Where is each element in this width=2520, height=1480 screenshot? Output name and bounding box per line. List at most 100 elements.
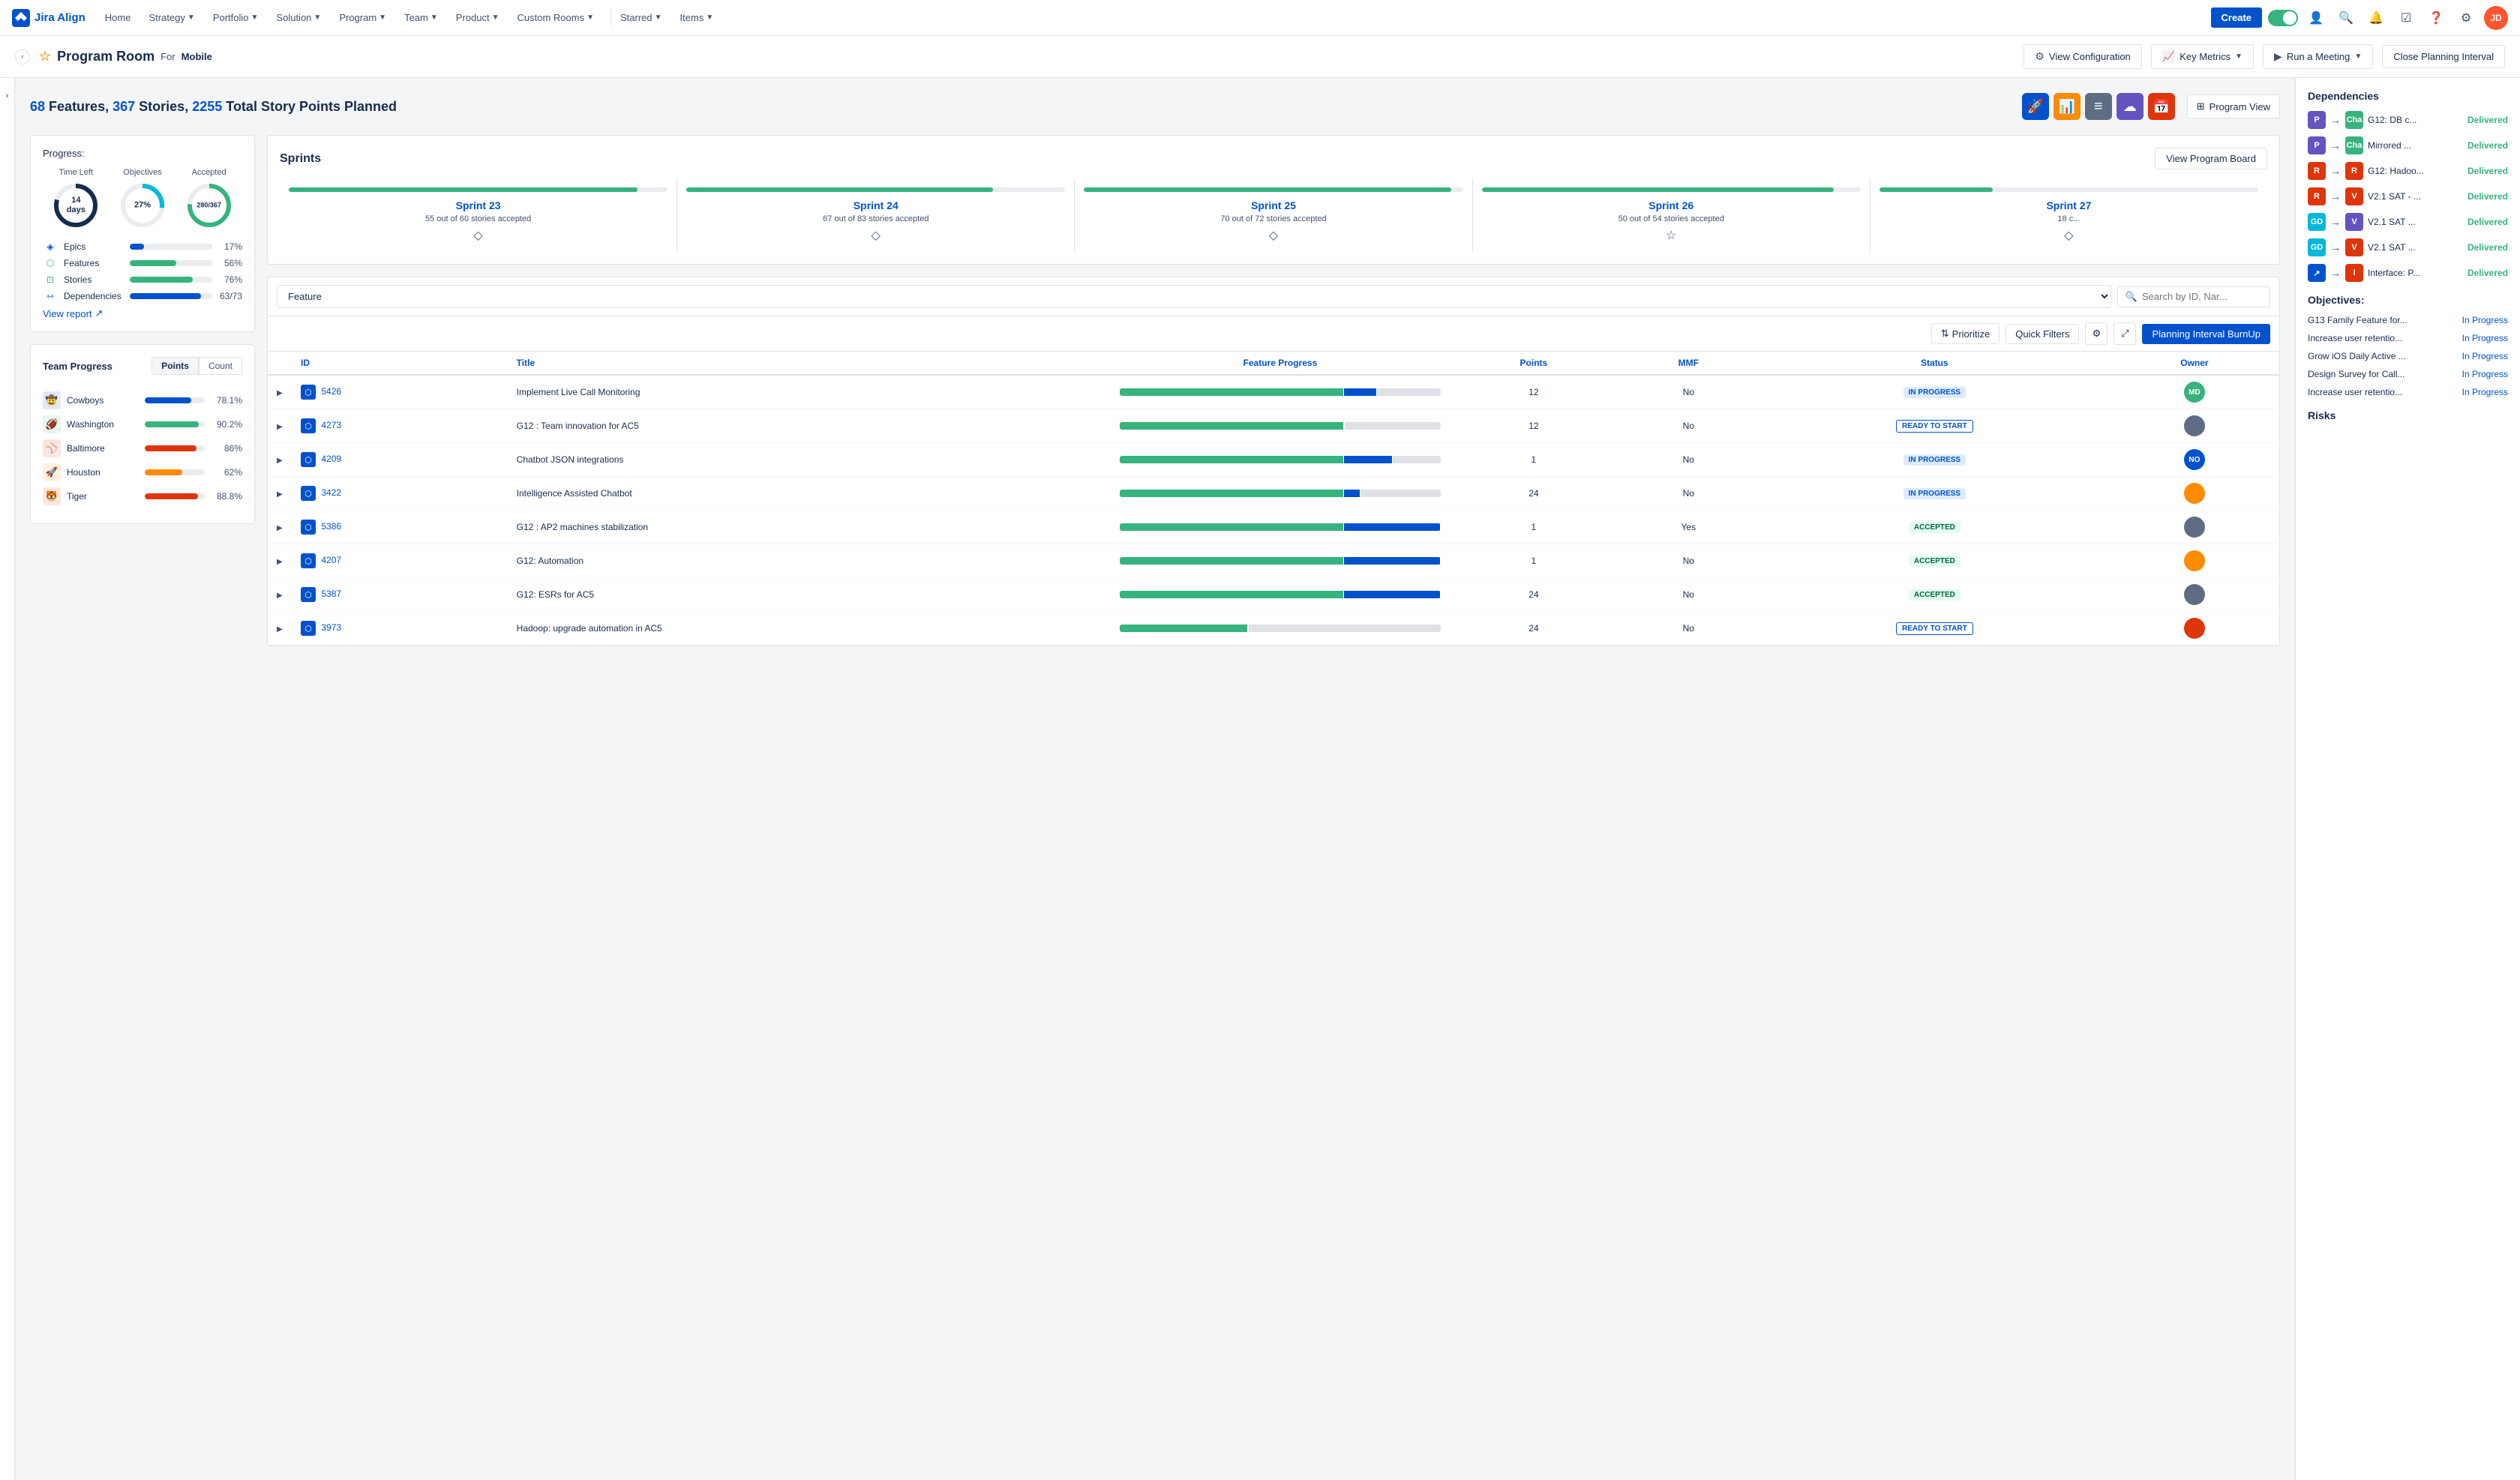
col-points[interactable]: Points bbox=[1450, 352, 1618, 375]
feature-id[interactable]: 4273 bbox=[321, 420, 341, 430]
dep-name[interactable]: Interface: P... bbox=[2368, 268, 2463, 278]
col-feature-progress[interactable]: Feature Progress bbox=[1111, 352, 1450, 375]
objective-name[interactable]: G13 Family Feature for... bbox=[2308, 315, 2462, 325]
nav-logo[interactable]: Jira Align bbox=[12, 9, 86, 27]
search-icon[interactable]: 🔍 bbox=[2334, 6, 2358, 30]
rocket-view-button[interactable]: 🚀 bbox=[2022, 93, 2049, 120]
view-report-link[interactable]: View report ↗ bbox=[43, 307, 242, 319]
feature-id[interactable]: 5426 bbox=[321, 386, 341, 397]
col-owner[interactable]: Owner bbox=[2110, 352, 2279, 375]
nav-program[interactable]: Program ▼ bbox=[332, 7, 394, 28]
view-configuration-button[interactable]: ⚙ View Configuration bbox=[2024, 44, 2141, 69]
feature-id[interactable]: 4209 bbox=[321, 454, 341, 464]
nav-home[interactable]: Home bbox=[98, 7, 139, 28]
calendar-view-button[interactable]: 📅 bbox=[2148, 93, 2175, 120]
feature-search-input[interactable] bbox=[2142, 291, 2262, 302]
feature-id[interactable]: 5387 bbox=[321, 589, 341, 599]
user-profile-icon[interactable]: 👤 bbox=[2304, 6, 2328, 30]
team-icon: 🏈 bbox=[43, 415, 61, 433]
nav-starred[interactable]: Starred ▼ bbox=[610, 7, 670, 28]
dep-name[interactable]: G12: Hadoo... bbox=[2368, 166, 2463, 176]
nav-product[interactable]: Product ▼ bbox=[448, 7, 507, 28]
objective-name[interactable]: Increase user retentio... bbox=[2308, 387, 2462, 397]
list-view-button[interactable]: ≡ bbox=[2085, 93, 2112, 120]
nav-items[interactable]: Items ▼ bbox=[673, 7, 722, 28]
cloud-view-button[interactable]: ☁ bbox=[2116, 93, 2144, 120]
notifications-icon[interactable]: 🔔 bbox=[2364, 6, 2388, 30]
sprint-name[interactable]: Sprint 24 bbox=[686, 199, 1065, 211]
quick-filters-button[interactable]: Quick Filters bbox=[2006, 324, 2079, 344]
feature-title: G12: Automation bbox=[508, 544, 1111, 578]
row-expand-icon[interactable]: ▶ bbox=[277, 457, 283, 465]
objective-name[interactable]: Grow iOS Daily Active ... bbox=[2308, 351, 2462, 361]
feature-title: Chatbot JSON integrations bbox=[508, 443, 1111, 477]
feature-type-icon: ⬡ bbox=[301, 587, 316, 602]
star-icon[interactable]: ☆ bbox=[39, 49, 51, 64]
create-button[interactable]: Create bbox=[2211, 7, 2262, 28]
col-mmf[interactable]: MMF bbox=[1618, 352, 1760, 375]
row-expand-icon[interactable]: ▶ bbox=[277, 389, 283, 397]
feature-progress-bar bbox=[1120, 456, 1441, 463]
settings-icon[interactable]: ⚙ bbox=[2454, 6, 2478, 30]
chart-view-button[interactable]: 📊 bbox=[2054, 93, 2080, 120]
nav-team[interactable]: Team ▼ bbox=[397, 7, 446, 28]
help-icon[interactable]: ❓ bbox=[2424, 6, 2448, 30]
feature-id[interactable]: 3422 bbox=[321, 487, 341, 498]
program-view-button[interactable]: ⊞ Program View bbox=[2187, 94, 2280, 118]
feature-search: 🔍 bbox=[2117, 286, 2270, 307]
view-program-board-button[interactable]: View Program Board bbox=[2155, 148, 2267, 169]
nav-custom-rooms[interactable]: Custom Rooms ▼ bbox=[510, 7, 602, 28]
objective-name[interactable]: Design Survey for Call... bbox=[2308, 369, 2462, 379]
dep-name[interactable]: G12: DB c... bbox=[2368, 115, 2463, 125]
tab-count[interactable]: Count bbox=[199, 357, 242, 375]
row-expand-icon[interactable]: ▶ bbox=[277, 625, 283, 634]
team-pct: 78.1% bbox=[211, 395, 242, 406]
feature-mmf: No bbox=[1618, 612, 1760, 646]
nav-solution[interactable]: Solution ▼ bbox=[268, 7, 328, 28]
objective-name[interactable]: Increase user retentio... bbox=[2308, 333, 2462, 343]
key-metrics-button[interactable]: 📈 Key Metrics ▼ bbox=[2151, 44, 2254, 69]
row-expand-icon[interactable]: ▶ bbox=[277, 524, 283, 532]
dep-status: Delivered bbox=[2468, 140, 2508, 151]
dep-name[interactable]: V2.1 SAT ... bbox=[2368, 217, 2463, 227]
dep-name[interactable]: Mirrored ... bbox=[2368, 140, 2463, 151]
row-expand-icon[interactable]: ▶ bbox=[277, 490, 283, 499]
settings-table-button[interactable]: ⚙ bbox=[2085, 322, 2108, 345]
dep-name[interactable]: V2.1 SAT ... bbox=[2368, 242, 2463, 253]
row-expand-icon[interactable]: ▶ bbox=[277, 592, 283, 600]
avatar[interactable]: JD bbox=[2484, 6, 2508, 30]
col-status[interactable]: Status bbox=[1760, 352, 2110, 375]
inbox-icon[interactable]: ☑ bbox=[2394, 6, 2418, 30]
sprint-stories: 55 out of 60 stories accepted bbox=[289, 214, 668, 223]
team-row: 🚀 Houston 62% bbox=[43, 463, 242, 481]
feature-id[interactable]: 3973 bbox=[321, 622, 341, 633]
tab-points[interactable]: Points bbox=[152, 357, 199, 375]
feature-id[interactable]: 4207 bbox=[321, 555, 341, 565]
row-expand-icon[interactable]: ▶ bbox=[277, 558, 283, 566]
close-planning-interval-button[interactable]: Close Planning Interval bbox=[2382, 45, 2505, 68]
row-expand-icon[interactable]: ▶ bbox=[277, 423, 283, 431]
sprint-name[interactable]: Sprint 27 bbox=[1880, 199, 2258, 211]
run-meeting-button[interactable]: ▶ Run a Meeting ▼ bbox=[2263, 44, 2373, 69]
expand-button[interactable]: ⤢ bbox=[2114, 322, 2136, 345]
sprints-card: Sprints View Program Board Sprint 23 55 … bbox=[267, 135, 2280, 265]
feature-title: Intelligence Assisted Chatbot bbox=[508, 477, 1111, 511]
sidebar-collapse-button[interactable]: ‹ bbox=[15, 49, 30, 64]
col-id[interactable]: ID bbox=[292, 352, 508, 375]
feature-id[interactable]: 5386 bbox=[321, 521, 341, 532]
sidebar-toggle[interactable]: › bbox=[0, 78, 15, 1480]
planning-interval-burnup-button[interactable]: Planning Interval BurnUp bbox=[2142, 324, 2270, 344]
status-badge: ACCEPTED bbox=[1909, 522, 1960, 533]
col-title[interactable]: Title bbox=[508, 352, 1111, 375]
toggle-switch[interactable] bbox=[2268, 10, 2298, 26]
nav-strategy[interactable]: Strategy ▼ bbox=[141, 7, 202, 28]
dep-name[interactable]: V2.1 SAT - ... bbox=[2368, 191, 2463, 202]
feature-filter-select[interactable]: Feature bbox=[277, 285, 2111, 308]
nav-portfolio[interactable]: Portfolio ▼ bbox=[206, 7, 266, 28]
dependencies-bar-row: ⇿ Dependencies 63/73 bbox=[43, 291, 242, 301]
team-progress-tabs: Points Count bbox=[152, 357, 242, 375]
prioritize-button[interactable]: ⇅ Prioritize bbox=[1931, 323, 2000, 344]
sprint-name[interactable]: Sprint 26 bbox=[1482, 199, 1861, 211]
sprint-name[interactable]: Sprint 25 bbox=[1084, 199, 1462, 211]
sprint-name[interactable]: Sprint 23 bbox=[289, 199, 668, 211]
